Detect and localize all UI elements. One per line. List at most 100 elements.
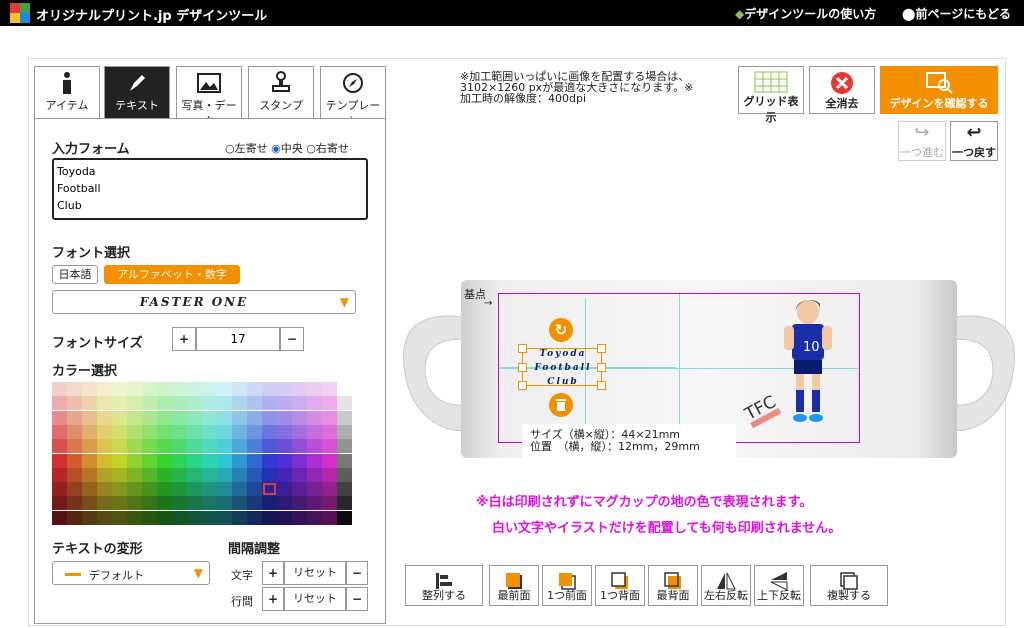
color-swatch[interactable] [97, 424, 112, 439]
color-swatch[interactable] [277, 467, 292, 482]
tab-stamp[interactable]: スタンプ [248, 66, 314, 118]
color-swatch[interactable] [247, 496, 262, 511]
color-swatch[interactable] [52, 382, 67, 396]
color-swatch[interactable] [217, 424, 232, 439]
color-swatch[interactable] [172, 467, 187, 482]
color-swatch[interactable] [217, 467, 232, 482]
color-swatch[interactable] [292, 424, 307, 439]
color-swatch[interactable] [142, 382, 157, 396]
color-swatch[interactable] [322, 382, 337, 396]
color-swatch[interactable] [307, 396, 322, 411]
color-swatch[interactable] [52, 396, 67, 411]
color-swatch[interactable] [247, 382, 262, 396]
duplicate-button[interactable]: 複製する [810, 565, 888, 606]
resize-handle[interactable] [597, 363, 606, 372]
color-swatch[interactable] [127, 453, 142, 468]
send-to-back-button[interactable]: 最背面 [648, 565, 698, 606]
color-swatch[interactable] [142, 467, 157, 482]
color-swatch[interactable] [247, 467, 262, 482]
color-swatch[interactable] [277, 510, 292, 525]
font-size-plus-button[interactable]: + [172, 327, 196, 351]
color-swatch[interactable] [307, 482, 322, 497]
color-swatch[interactable] [277, 410, 292, 425]
color-swatch[interactable] [322, 482, 337, 497]
color-swatch[interactable] [127, 424, 142, 439]
color-swatch[interactable] [67, 496, 82, 511]
color-swatch[interactable] [67, 382, 82, 396]
color-swatch[interactable] [127, 382, 142, 396]
color-swatch[interactable] [187, 482, 202, 497]
color-swatch[interactable] [82, 496, 97, 511]
color-swatch[interactable] [67, 467, 82, 482]
color-swatch[interactable] [187, 424, 202, 439]
resize-handle[interactable] [597, 381, 606, 390]
confirm-design-button[interactable]: デザインを確認する [880, 66, 998, 114]
color-swatch[interactable] [217, 482, 232, 497]
color-swatch[interactable] [307, 424, 322, 439]
color-swatch[interactable] [337, 453, 352, 468]
color-swatch[interactable] [67, 410, 82, 425]
color-swatch[interactable] [142, 496, 157, 511]
color-swatch[interactable] [202, 510, 217, 525]
color-swatch[interactable] [142, 396, 157, 411]
color-swatch[interactable] [307, 439, 322, 454]
color-swatch[interactable] [232, 382, 247, 396]
color-swatch[interactable] [172, 510, 187, 525]
color-swatch[interactable] [172, 453, 187, 468]
color-swatch[interactable] [292, 410, 307, 425]
color-swatch[interactable] [277, 482, 292, 497]
color-swatch[interactable] [52, 410, 67, 425]
color-swatch[interactable] [337, 424, 352, 439]
color-swatch[interactable] [97, 482, 112, 497]
color-swatch[interactable] [232, 467, 247, 482]
color-swatch[interactable] [337, 496, 352, 511]
selected-text-object[interactable]: Toyoda Football Club [518, 344, 606, 390]
color-swatch[interactable] [292, 382, 307, 396]
font-tab-japanese[interactable]: 日本語 [52, 265, 98, 284]
color-swatch[interactable] [157, 424, 172, 439]
color-swatch[interactable] [217, 453, 232, 468]
color-swatch[interactable] [157, 396, 172, 411]
color-swatch[interactable] [157, 410, 172, 425]
color-swatch[interactable] [82, 410, 97, 425]
color-swatch[interactable] [127, 439, 142, 454]
color-swatch[interactable] [82, 453, 97, 468]
clear-all-button[interactable]: 全消去 [809, 66, 875, 114]
color-swatch[interactable] [217, 410, 232, 425]
color-swatch[interactable] [97, 453, 112, 468]
color-swatch[interactable] [337, 382, 352, 396]
color-swatch[interactable] [292, 439, 307, 454]
color-swatch[interactable] [277, 424, 292, 439]
color-swatch[interactable] [157, 467, 172, 482]
color-swatch[interactable] [307, 467, 322, 482]
font-tab-alphanumeric[interactable]: アルファベット・数字 [104, 265, 240, 284]
color-swatch[interactable] [307, 382, 322, 396]
color-swatch[interactable] [142, 410, 157, 425]
line-spacing-reset-button[interactable]: リセット [284, 587, 346, 611]
line-spacing-plus-button[interactable]: + [262, 587, 284, 611]
color-swatch[interactable] [262, 439, 277, 454]
color-swatch[interactable] [97, 396, 112, 411]
color-swatch[interactable] [232, 510, 247, 525]
font-select[interactable]: Faster One ▼ [52, 290, 356, 314]
color-swatch[interactable] [187, 496, 202, 511]
color-swatch[interactable] [82, 482, 97, 497]
color-swatch[interactable] [277, 439, 292, 454]
color-swatch[interactable] [127, 410, 142, 425]
color-swatch[interactable] [337, 439, 352, 454]
color-swatch[interactable] [277, 453, 292, 468]
color-swatch[interactable] [142, 510, 157, 525]
color-swatch[interactable] [232, 396, 247, 411]
color-swatch[interactable] [202, 410, 217, 425]
color-swatch[interactable] [277, 496, 292, 511]
color-swatch[interactable] [322, 510, 337, 525]
color-swatch[interactable] [52, 482, 67, 497]
color-swatch[interactable] [127, 482, 142, 497]
color-swatch[interactable] [172, 396, 187, 411]
color-swatch[interactable] [142, 439, 157, 454]
color-palette[interactable] [52, 382, 364, 525]
color-swatch[interactable] [157, 439, 172, 454]
color-swatch[interactable] [172, 382, 187, 396]
flip-horizontal-button[interactable]: 左右反転 [701, 565, 751, 606]
color-swatch[interactable] [262, 467, 277, 482]
